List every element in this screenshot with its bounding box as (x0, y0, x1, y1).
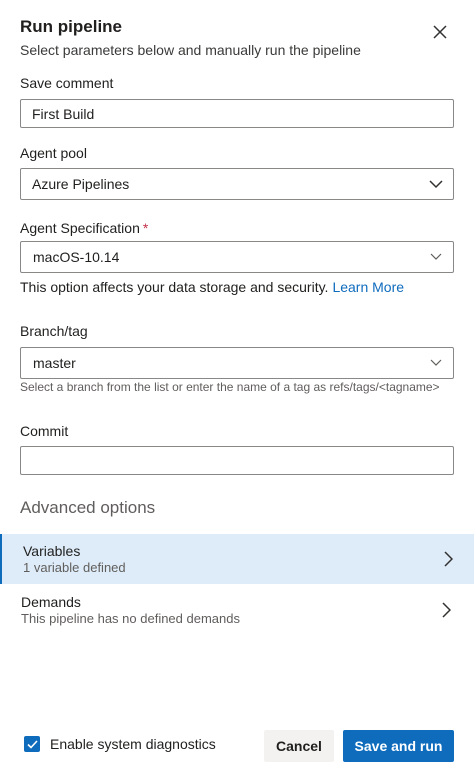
advanced-options-heading: Advanced options (20, 498, 156, 517)
save-comment-label: Save comment (20, 75, 114, 91)
branch-dropdown[interactable]: master (20, 347, 454, 379)
checkmark-icon (26, 739, 38, 749)
variables-row[interactable]: Variables 1 variable defined (0, 534, 474, 584)
save-comment-value: First Build (32, 105, 95, 122)
agent-spec-label: Agent Specification * (20, 220, 148, 236)
commit-input[interactable] (20, 446, 454, 475)
branch-help-text: Select a branch from the list or enter t… (20, 380, 440, 394)
agent-spec-dropdown[interactable]: macOS-10.14 (20, 241, 454, 273)
system-diagnostics-checkbox[interactable]: Enable system diagnostics (24, 736, 216, 752)
branch-value: master (33, 355, 76, 371)
checkbox-checked[interactable] (24, 736, 40, 752)
agent-spec-note: This option affects your data storage an… (20, 279, 404, 295)
chevron-right-icon (438, 549, 458, 569)
chevron-down-icon (427, 175, 445, 193)
agent-spec-note-text: This option affects your data storage an… (20, 279, 329, 295)
agent-pool-label: Agent pool (20, 145, 87, 161)
agent-spec-label-text: Agent Specification (20, 220, 140, 236)
save-and-run-button[interactable]: Save and run (343, 730, 454, 762)
required-marker: * (142, 220, 149, 236)
chevron-down-icon (427, 248, 445, 266)
commit-label: Commit (20, 423, 69, 439)
close-button[interactable] (428, 20, 452, 44)
save-comment-input[interactable]: First Build (20, 99, 454, 128)
panel-title: Run pipeline (20, 17, 122, 36)
system-diagnostics-label: Enable system diagnostics (50, 736, 216, 752)
demands-row-subtitle: This pipeline has no defined demands (21, 611, 240, 626)
agent-spec-value: macOS-10.14 (33, 249, 120, 265)
chevron-down-icon (427, 354, 445, 372)
close-icon (433, 25, 447, 39)
variables-row-title: Variables (23, 543, 81, 559)
cancel-button[interactable]: Cancel (264, 730, 334, 762)
demands-row-title: Demands (21, 594, 81, 610)
agent-pool-value: Azure Pipelines (32, 176, 130, 192)
learn-more-link[interactable]: Learn More (332, 279, 404, 295)
chevron-right-icon (436, 600, 456, 620)
demands-row[interactable]: Demands This pipeline has no defined dem… (0, 585, 474, 635)
run-pipeline-panel: Run pipeline Select parameters below and… (0, 0, 474, 778)
panel-subtitle: Select parameters below and manually run… (20, 42, 361, 58)
branch-label: Branch/tag (20, 323, 88, 339)
variables-row-subtitle: 1 variable defined (23, 560, 126, 575)
agent-pool-dropdown[interactable]: Azure Pipelines (20, 168, 454, 200)
